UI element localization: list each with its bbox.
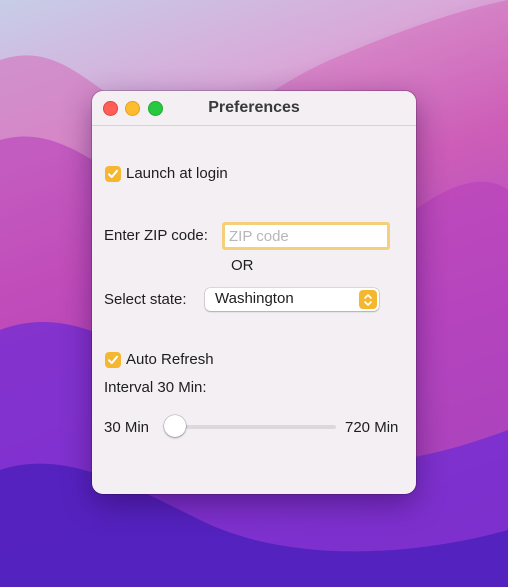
title-bar[interactable]: Preferences bbox=[92, 91, 416, 126]
state-select[interactable]: Washington bbox=[205, 288, 379, 311]
zip-code-label: Enter ZIP code: bbox=[104, 227, 208, 244]
window-title: Preferences bbox=[208, 99, 300, 116]
zip-code-input[interactable] bbox=[222, 222, 390, 250]
launch-at-login-checkbox[interactable] bbox=[105, 166, 121, 182]
or-label: OR bbox=[231, 257, 254, 274]
interval-slider-track[interactable] bbox=[170, 425, 336, 429]
auto-refresh-checkbox[interactable] bbox=[105, 352, 121, 368]
launch-at-login-label[interactable]: Launch at login bbox=[126, 165, 228, 182]
interval-label: Interval 30 Min: bbox=[104, 379, 207, 396]
checkmark-icon bbox=[108, 355, 118, 364]
interval-slider-thumb[interactable] bbox=[164, 415, 186, 437]
state-select-value: Washington bbox=[215, 290, 294, 307]
checkmark-icon bbox=[108, 169, 118, 178]
chevron-up-down-icon bbox=[359, 290, 377, 309]
preferences-window: Preferences Launch at login Enter ZIP co… bbox=[92, 91, 416, 494]
select-state-label: Select state: bbox=[104, 291, 187, 308]
slider-min-label: 30 Min bbox=[104, 419, 150, 436]
slider-max-label: 720 Min bbox=[345, 419, 399, 436]
auto-refresh-label[interactable]: Auto Refresh bbox=[126, 351, 214, 368]
